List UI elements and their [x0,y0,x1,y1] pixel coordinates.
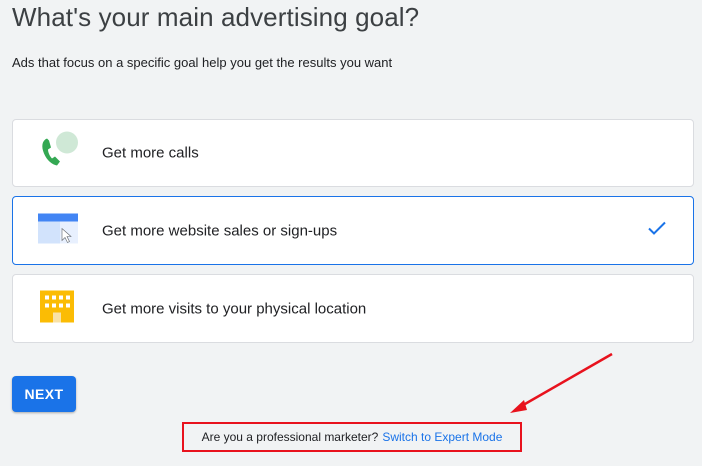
building-icon [37,288,77,329]
phone-chat-icon [37,131,83,176]
goal-label: Get more website sales or sign-ups [102,222,338,239]
goal-card-location[interactable]: Get more visits to your physical locatio… [12,274,694,343]
switch-to-expert-mode-link[interactable]: Switch to Expert Mode [382,430,502,444]
goal-label: Get more calls [102,144,199,162]
page-subtitle: Ads that focus on a specific goal help y… [12,55,393,70]
next-button[interactable]: NEXT [12,376,76,412]
checkmark-icon [647,220,667,241]
footer-question: Are you a professional marketer? [201,430,379,444]
website-cursor-icon [37,211,79,250]
goal-card-calls[interactable]: Get more calls [12,119,694,187]
expert-mode-prompt: Are you a professional marketer? Switch … [182,422,522,452]
page-title: What's your main advertising goal? [12,2,420,32]
goal-label: Get more visits to your physical locatio… [102,300,367,317]
annotation-arrow [510,352,613,413]
goal-card-website[interactable]: Get more website sales or sign-ups [12,196,694,265]
